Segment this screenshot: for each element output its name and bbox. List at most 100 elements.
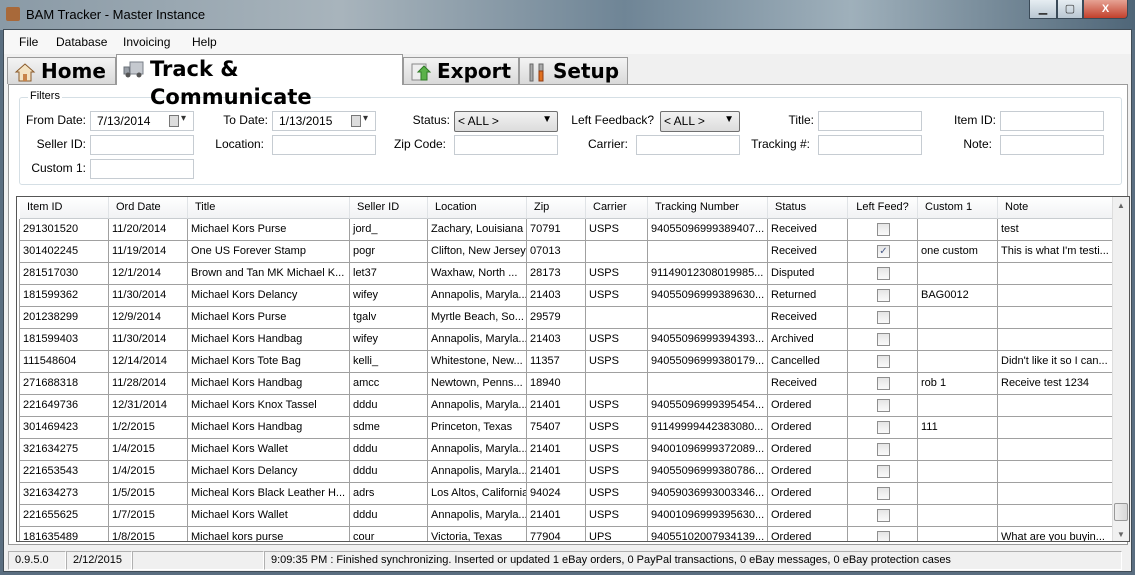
minimize-button[interactable]: ▁ xyxy=(1029,0,1057,19)
menu-file[interactable]: File xyxy=(19,35,38,49)
left-feed-checkbox[interactable] xyxy=(877,223,890,236)
column-header-carrier[interactable]: Carrier xyxy=(586,197,648,219)
tab-setup[interactable]: Setup xyxy=(519,57,628,84)
cell-tracking-number: 94059036993003346... xyxy=(648,483,768,505)
left-feed-checkbox[interactable] xyxy=(877,289,890,302)
menu-help[interactable]: Help xyxy=(192,35,217,49)
maximize-button[interactable]: ▢ xyxy=(1057,0,1083,19)
cell-tracking-number xyxy=(648,307,768,329)
scroll-down-icon[interactable]: ▼ xyxy=(1113,526,1129,541)
tab-home[interactable]: Home xyxy=(7,57,116,84)
cell-status: Cancelled xyxy=(768,351,848,373)
left-feed-checkbox[interactable] xyxy=(877,509,890,522)
menu-database[interactable]: Database xyxy=(56,35,107,49)
left-feed-checkbox[interactable]: ✓ xyxy=(877,245,890,258)
menu-bar: File Database Invoicing Help xyxy=(4,30,1131,54)
tab-track-communicate[interactable]: Track & Communicate xyxy=(116,54,403,109)
cell-status: Ordered xyxy=(768,417,848,439)
cell-item-id: 181635489 xyxy=(20,527,109,541)
cell-carrier: USPS xyxy=(586,505,648,527)
cell-tracking-number xyxy=(648,373,768,395)
close-button[interactable]: X xyxy=(1083,0,1128,19)
cell-custom1: rob 1 xyxy=(918,373,998,395)
cell-zip: 28173 xyxy=(527,263,586,285)
cell-seller-id: tgalv xyxy=(350,307,428,329)
column-header-location[interactable]: Location xyxy=(428,197,527,219)
column-header-custom1[interactable]: Custom 1 xyxy=(918,197,998,219)
cell-item-id: 221653543 xyxy=(20,461,109,483)
left-feed-checkbox[interactable] xyxy=(877,487,890,500)
cell-zip: 70791 xyxy=(527,219,586,241)
cell-item-id: 301402245 xyxy=(20,241,109,263)
column-header-title[interactable]: Title xyxy=(188,197,350,219)
cell-custom1 xyxy=(918,351,998,373)
cell-title: One US Forever Stamp xyxy=(188,241,350,263)
cell-location: Zachary, Louisiana xyxy=(428,219,527,241)
left-feed-checkbox[interactable] xyxy=(877,443,890,456)
column-header-left-feed[interactable]: Left Feed? xyxy=(848,197,918,219)
left-feed-checkbox[interactable] xyxy=(877,421,890,434)
tracking-label: Tracking #: xyxy=(751,137,810,151)
cell-carrier: USPS xyxy=(586,329,648,351)
left-feed-checkbox[interactable] xyxy=(877,333,890,346)
cell-ord-date: 11/19/2014 xyxy=(109,241,188,263)
filters-legend: Filters xyxy=(28,90,62,102)
cell-seller-id: sdme xyxy=(350,417,428,439)
column-header-zip[interactable]: Zip xyxy=(527,197,586,219)
left-feed-checkbox[interactable] xyxy=(877,311,890,324)
column-header-note[interactable]: Note xyxy=(998,197,1117,219)
cell-custom1: BAG0012 xyxy=(918,285,998,307)
cell-location: Waxhaw, North ... xyxy=(428,263,527,285)
menu-invoicing[interactable]: Invoicing xyxy=(123,35,170,49)
left-feed-checkbox[interactable] xyxy=(877,267,890,280)
cell-zip: 21401 xyxy=(527,439,586,461)
column-header-status[interactable]: Status xyxy=(768,197,848,219)
custom1-input[interactable] xyxy=(90,159,194,179)
title-bar: BAM Tracker - Master Instance ▁ ▢ X xyxy=(0,0,1135,30)
cell-left-feed xyxy=(848,439,918,461)
cell-seller-id: let37 xyxy=(350,263,428,285)
cell-note xyxy=(998,285,1117,307)
cell-seller-id: dddu xyxy=(350,395,428,417)
left-feed-checkbox[interactable] xyxy=(877,465,890,478)
cell-tracking-number: 91149012308019985... xyxy=(648,263,768,285)
cell-custom1 xyxy=(918,461,998,483)
cell-note: What are you buyin... xyxy=(998,527,1117,541)
column-header-ord-date[interactable]: Ord Date xyxy=(109,197,188,219)
cell-ord-date: 12/31/2014 xyxy=(109,395,188,417)
cell-status: Received xyxy=(768,307,848,329)
cell-carrier: USPS xyxy=(586,395,648,417)
left-feed-checkbox[interactable] xyxy=(877,531,890,541)
item-id-input[interactable] xyxy=(1000,111,1104,131)
scroll-up-icon[interactable]: ▲ xyxy=(1113,197,1129,214)
cell-ord-date: 12/1/2014 xyxy=(109,263,188,285)
cell-note xyxy=(998,395,1117,417)
cell-carrier xyxy=(586,241,648,263)
scroll-thumb[interactable] xyxy=(1114,503,1128,521)
tab-track-label: Track & Communicate xyxy=(150,57,312,109)
cell-status: Ordered xyxy=(768,395,848,417)
column-header-seller-id[interactable]: Seller ID xyxy=(350,197,428,219)
cell-note xyxy=(998,263,1117,285)
date-status: 2/12/2015 xyxy=(66,551,132,570)
cell-carrier xyxy=(586,307,648,329)
left-feed-checkbox[interactable] xyxy=(877,377,890,390)
column-header-item-id[interactable]: Item ID xyxy=(20,197,109,219)
cell-left-feed xyxy=(848,329,918,351)
cell-seller-id: wifey xyxy=(350,285,428,307)
cell-seller-id: dddu xyxy=(350,505,428,527)
tab-export[interactable]: Export xyxy=(403,57,519,84)
vertical-scrollbar[interactable]: ▲ ▼ xyxy=(1112,197,1129,541)
cell-title: Michael Kors Knox Tassel xyxy=(188,395,350,417)
carrier-label: Carrier: xyxy=(587,137,628,151)
cell-ord-date: 1/8/2015 xyxy=(109,527,188,541)
left-feed-checkbox[interactable] xyxy=(877,399,890,412)
window-title: BAM Tracker - Master Instance xyxy=(26,7,206,22)
column-header-tracking-number[interactable]: Tracking Number xyxy=(648,197,768,219)
left-feed-checkbox[interactable] xyxy=(877,355,890,368)
cell-seller-id: kelli_ xyxy=(350,351,428,373)
row-header xyxy=(17,219,20,541)
cell-location: Annapolis, Maryla... xyxy=(428,395,527,417)
tab-setup-label: Setup xyxy=(553,59,620,83)
note-input[interactable] xyxy=(1000,135,1104,155)
